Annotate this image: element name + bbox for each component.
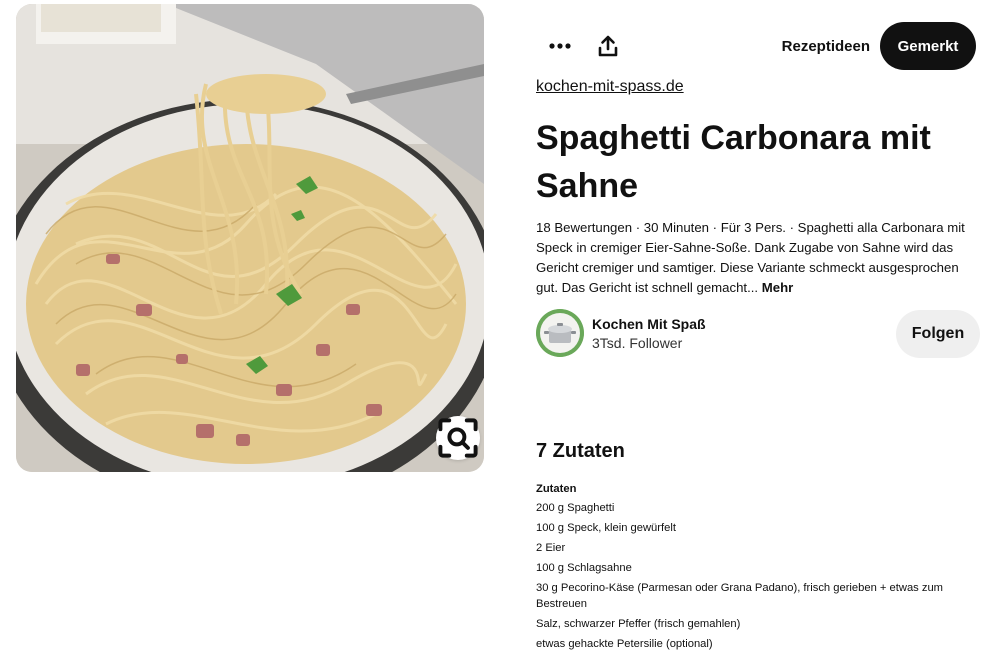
ingredient-item: 100 g Speck, klein gewürfelt xyxy=(536,522,676,534)
creator-name[interactable]: Kochen Mit Spaß xyxy=(592,316,706,332)
ingredient-item: etwas gehackte Petersilie (optional) xyxy=(536,638,713,650)
ingredients-heading: 7 Zutaten xyxy=(536,440,625,462)
share-button[interactable] xyxy=(584,22,632,70)
pin-description: 18 Bewertungen · 30 Minuten · Für 3 Pers… xyxy=(536,218,980,298)
ingredient-item: 2 Eier xyxy=(536,542,566,554)
creator-row: Kochen Mit Spaß 3Tsd. Follower Folgen xyxy=(536,308,980,360)
more-dots-icon xyxy=(549,43,571,49)
ingredients-list: Zutaten 200 g Spaghetti 100 g Speck, kle… xyxy=(536,480,980,654)
visual-search-icon xyxy=(438,418,478,458)
spaghetti-photo xyxy=(16,4,484,472)
description-text: 18 Bewertungen · 30 Minuten · Für 3 Pers… xyxy=(536,220,965,295)
pin-image[interactable] xyxy=(16,4,484,472)
ingredient-item: Salz, schwarzer Pfeffer (frisch gemahlen… xyxy=(536,618,741,630)
more-options-button[interactable] xyxy=(536,22,584,70)
cooking-pot-avatar-icon xyxy=(536,309,584,357)
saved-button[interactable]: Gemerkt xyxy=(880,22,976,70)
pin-closeup-page: Rezeptideen Gemerkt kochen-mit-spass.de … xyxy=(0,0,988,662)
visual-search-button[interactable] xyxy=(436,416,480,460)
source-link[interactable]: kochen-mit-spass.de xyxy=(536,78,684,96)
ingredient-item: 200 g Spaghetti xyxy=(536,502,615,514)
ingredients-sub-heading: Zutaten xyxy=(536,483,577,495)
ingredient-item: 30 g Pecorino-Käse (Parmesan oder Grana … xyxy=(536,582,944,610)
follow-button[interactable]: Folgen xyxy=(896,310,980,358)
pin-title: Spaghetti Carbonara mit Sahne xyxy=(536,119,931,205)
board-selector[interactable]: Rezeptideen xyxy=(782,22,870,70)
pin-toolbar: Rezeptideen Gemerkt xyxy=(536,22,980,70)
more-link[interactable]: Mehr xyxy=(762,280,794,295)
follower-count: 3Tsd. Follower xyxy=(592,335,683,351)
creator-avatar[interactable] xyxy=(536,309,584,357)
share-upload-icon xyxy=(598,35,618,57)
ingredient-item: 100 g Schlagsahne xyxy=(536,562,632,574)
